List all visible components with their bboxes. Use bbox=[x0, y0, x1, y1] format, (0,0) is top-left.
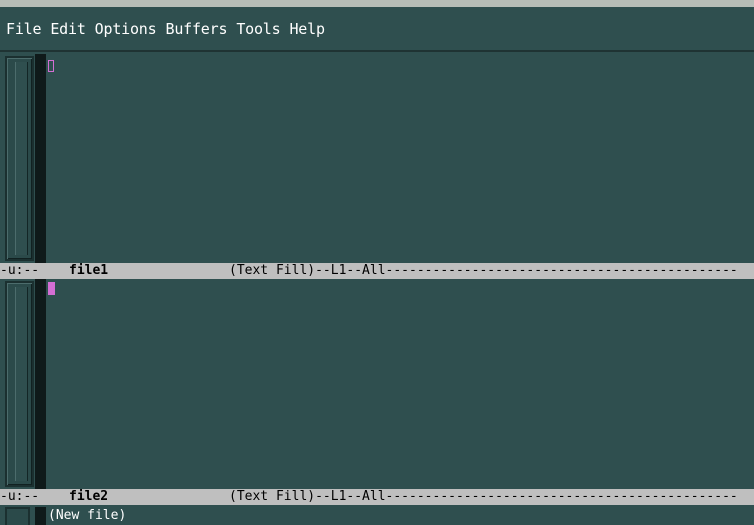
menu-bar: File Edit Options Buffers Tools Help bbox=[0, 7, 754, 52]
left-margin bbox=[0, 54, 37, 263]
mode-line-bottom[interactable]: -u:-- file2 (Text Fill)--L1--All--------… bbox=[0, 489, 754, 505]
scrollbar-thumb[interactable] bbox=[15, 62, 28, 255]
editor-window-top[interactable] bbox=[0, 54, 754, 263]
left-margin bbox=[0, 279, 37, 489]
cursor-solid bbox=[48, 282, 55, 295]
menu-tools[interactable]: Tools bbox=[236, 20, 280, 38]
minibuffer-fringe bbox=[35, 507, 46, 525]
modeline-buffer-name[interactable]: file1 bbox=[69, 263, 108, 279]
modeline-flags: -u:-- bbox=[0, 489, 40, 504]
minibuffer-scrollbar bbox=[5, 507, 30, 525]
mode-line-top[interactable]: -u:-- file1 (Text Fill)--L1--All--------… bbox=[0, 263, 754, 279]
cursor-hollow bbox=[48, 60, 54, 72]
modeline-info: (Text Fill)--L1--All--------------------… bbox=[229, 263, 738, 278]
menu-edit[interactable]: Edit bbox=[50, 20, 86, 38]
menu-buffers[interactable]: Buffers bbox=[165, 20, 227, 38]
menu-file[interactable]: File bbox=[6, 20, 42, 38]
scrollbar-thumb[interactable] bbox=[15, 287, 28, 481]
left-fringe bbox=[35, 54, 46, 263]
modeline-flags: -u:-- bbox=[0, 263, 40, 278]
window-top-border bbox=[0, 0, 754, 7]
scrollbar-bottom[interactable] bbox=[5, 281, 34, 487]
editor-window-bottom[interactable] bbox=[0, 279, 754, 489]
menu-options[interactable]: Options bbox=[95, 20, 157, 38]
modeline-info: (Text Fill)--L1--All--------------------… bbox=[229, 489, 738, 504]
menu-help[interactable]: Help bbox=[289, 20, 325, 38]
left-fringe bbox=[35, 279, 46, 489]
modeline-buffer-name[interactable]: file2 bbox=[69, 489, 108, 505]
minibuffer[interactable]: (New file) bbox=[0, 507, 754, 525]
minibuffer-message: (New file) bbox=[48, 508, 127, 523]
scrollbar-top[interactable] bbox=[5, 56, 34, 261]
